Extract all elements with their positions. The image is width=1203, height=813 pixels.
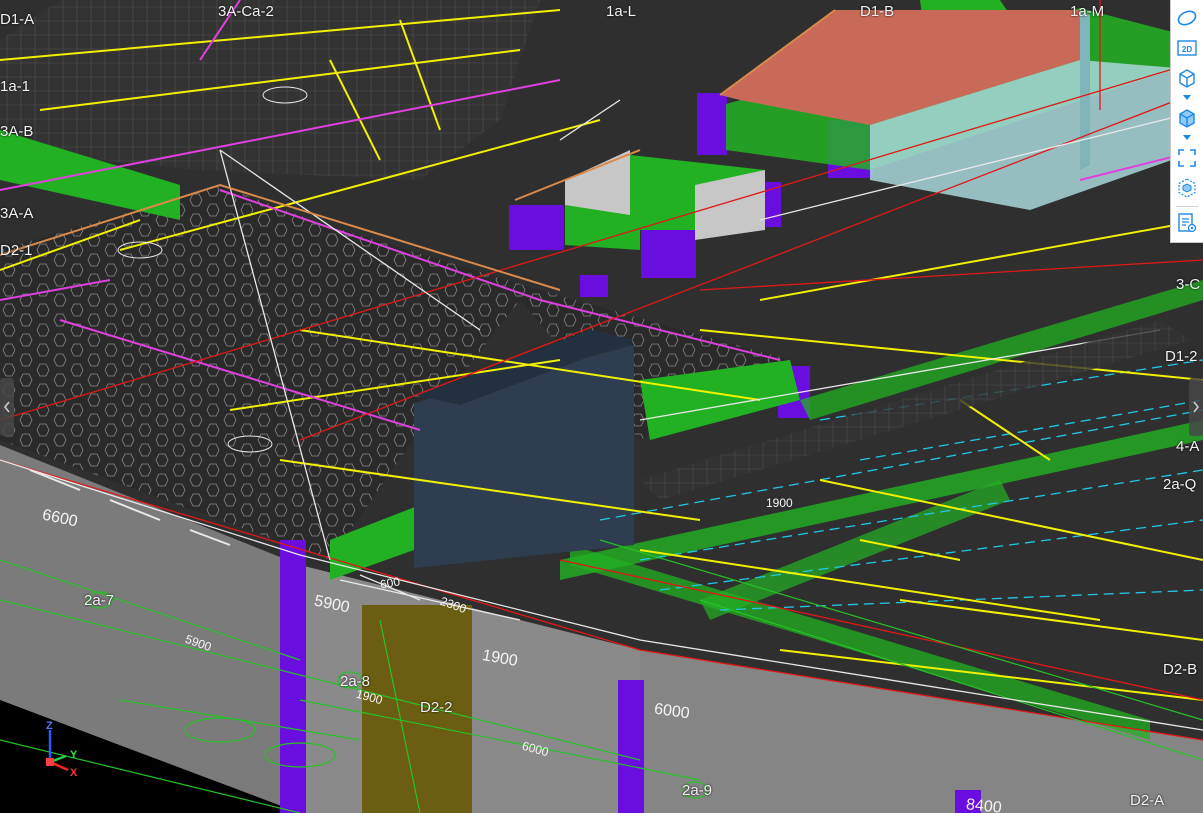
properties-button[interactable]	[1173, 209, 1201, 237]
box-view-button[interactable]	[1173, 104, 1201, 132]
perspective-button[interactable]	[1173, 64, 1201, 92]
grid-label: 2a-8	[340, 673, 371, 690]
axis-triad-icon: Z Y X	[46, 720, 78, 779]
grid-label: 3A-B	[0, 123, 34, 140]
grid-label: D2-B	[1163, 661, 1198, 678]
grid-label: D2-A	[1130, 792, 1165, 809]
chevron-right-icon	[1193, 401, 1200, 413]
grid-label: 2a-7	[84, 592, 115, 609]
cube-outline-icon	[1179, 69, 1195, 88]
caret-down-icon	[1183, 135, 1191, 140]
grid-label: 3-C	[1176, 276, 1201, 293]
box-view-dropdown[interactable]	[1182, 134, 1192, 142]
grid-label: 2a-9	[682, 782, 713, 799]
model-cube-icon	[1178, 178, 1196, 198]
orbit-icon	[1177, 10, 1197, 26]
toolbar-separator	[1176, 206, 1198, 207]
2d-label: 2D	[1182, 45, 1192, 54]
axis-z-label: Z	[46, 720, 53, 732]
grid-label: 1a-L	[606, 3, 637, 20]
grid-label: 3A-A	[0, 205, 34, 222]
grid-label: D1-A	[0, 11, 35, 28]
right-panel-handle[interactable]	[1189, 378, 1203, 436]
axis-gizmo: Z Y X	[40, 718, 84, 779]
grid-label: 1a-M	[1070, 3, 1105, 20]
fit-view-button[interactable]	[1173, 144, 1201, 172]
dimension-label: 1900	[766, 496, 793, 510]
column-10	[580, 275, 608, 297]
2d-view-button[interactable]: 2D	[1173, 34, 1201, 62]
view-toolbar: 2D	[1170, 0, 1203, 243]
3d-model-viewport[interactable]: D1-A 3A-Ca-2 1a-L D1-B 1a-M 1a-1 3A-B 3A…	[0, 0, 1203, 813]
model-view-button[interactable]	[1173, 174, 1201, 202]
olive-column	[362, 605, 472, 813]
grid-label: D2-2	[420, 699, 453, 716]
left-panel-handle[interactable]	[0, 378, 14, 436]
bim-scene[interactable]	[0, 0, 1203, 813]
column-7	[641, 228, 696, 278]
glass-block-side	[1080, 10, 1090, 170]
2d-icon: 2D	[1177, 40, 1197, 56]
grid-label: 3A-Ca-2	[218, 3, 274, 20]
caret-down-icon	[1183, 95, 1191, 100]
perspective-dropdown[interactable]	[1182, 94, 1192, 102]
dimension-label: 8400	[965, 796, 1003, 813]
column-6	[509, 205, 564, 250]
grid-label: D1-2	[1165, 348, 1198, 365]
fit-screen-icon	[1178, 149, 1196, 167]
axis-x-label: X	[70, 767, 78, 778]
grid-label: 2a-Q	[1163, 476, 1197, 493]
column-1	[280, 540, 306, 813]
axis-y-label: Y	[70, 749, 78, 761]
chevron-left-icon	[3, 401, 10, 413]
column-2	[618, 680, 644, 813]
grid-label: D1-B	[860, 3, 895, 20]
document-view-icon	[1178, 213, 1197, 233]
grid-label: 4-A	[1176, 438, 1200, 455]
solid-cube-icon	[1179, 109, 1195, 128]
grid-label: 1a-1	[0, 78, 31, 95]
grid-label: D2-1	[0, 242, 33, 259]
orbit-button[interactable]	[1173, 4, 1201, 32]
column-4	[697, 93, 727, 155]
